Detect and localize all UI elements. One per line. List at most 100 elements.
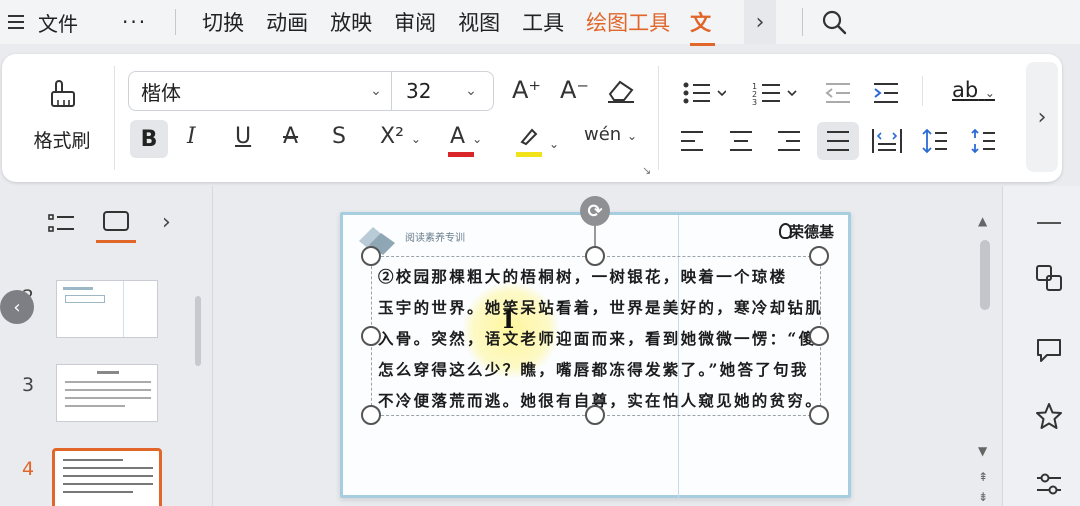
- tabs-scroll-right-icon[interactable]: ›: [744, 0, 776, 44]
- more-menu[interactable]: ···: [122, 10, 147, 34]
- collapse-panel-arrow-icon[interactable]: ‹: [0, 290, 34, 324]
- numbered-list-icon[interactable]: 123: [752, 80, 798, 106]
- scroll-up-arrow-icon[interactable]: ▲: [978, 214, 987, 228]
- rotate-handle-icon[interactable]: ⟳: [580, 196, 610, 226]
- slide-thumbnail-2[interactable]: [56, 280, 158, 338]
- text-direction-button[interactable]: ab ⌄: [952, 78, 995, 102]
- underline-button[interactable]: U: [235, 124, 251, 149]
- slide-header-text: 阅读素养专训: [405, 233, 465, 244]
- chevron-down-icon[interactable]: ⌄: [472, 132, 482, 146]
- tab-animation[interactable]: 动画: [266, 7, 308, 37]
- settings-sliders-icon[interactable]: [1035, 470, 1063, 498]
- slides-panel-scrollbar[interactable]: [195, 296, 201, 366]
- decrease-font-icon: A⁻: [560, 76, 590, 104]
- panel-expand-icon[interactable]: ›: [162, 210, 171, 235]
- next-slide-icon[interactable]: ⇟: [978, 490, 988, 504]
- resize-handle-right[interactable]: [809, 326, 829, 346]
- brand-name: 荣德基: [789, 223, 835, 241]
- panel-minimize-icon[interactable]: [1037, 222, 1061, 224]
- thumb-text-line: [63, 467, 153, 469]
- outline-view-icon[interactable]: [48, 212, 76, 236]
- font-size-field[interactable]: 32: [406, 79, 456, 103]
- slide-number-active: 4: [22, 458, 35, 480]
- resize-handle-bottom-right[interactable]: [809, 405, 829, 425]
- chevron-down-icon[interactable]: ⌄: [549, 137, 559, 151]
- decrease-font-button[interactable]: A⁻: [560, 76, 589, 104]
- svg-text:3: 3: [752, 98, 757, 106]
- increase-font-button[interactable]: A⁺: [512, 76, 541, 104]
- star-icon[interactable]: [1035, 402, 1063, 430]
- resize-handle-top-right[interactable]: [809, 246, 829, 266]
- replace-icon[interactable]: [1035, 264, 1063, 292]
- slide-thumbnail-icon: [103, 211, 129, 231]
- slide-paragraph[interactable]: ②校园那棵粗大的梧桐树，一树银花，映着一个琼楼 玉宇的世界。她笑呆站看着，世界是…: [378, 261, 821, 416]
- thumbnail-view-tab[interactable]: [94, 206, 138, 243]
- thumb-text-line: [63, 483, 153, 485]
- menu-bar: 文件 ··· 切换 动画 放映 审阅 视图 工具 绘图工具 文 ›: [0, 0, 1080, 46]
- strikethrough-button[interactable]: A: [283, 124, 298, 149]
- comment-icon[interactable]: [1035, 336, 1063, 364]
- search-icon[interactable]: [820, 8, 848, 36]
- tab-transition[interactable]: 切换: [202, 7, 244, 37]
- hamburger-menu-icon[interactable]: [8, 15, 24, 29]
- resize-handle-top-left[interactable]: [361, 246, 381, 266]
- bold-button[interactable]: B: [130, 120, 168, 158]
- italic-button[interactable]: I: [187, 124, 196, 149]
- editor-scrollbar-thumb[interactable]: [980, 240, 990, 310]
- resize-handle-bottom[interactable]: [585, 405, 605, 425]
- rotation-stem: [594, 226, 596, 248]
- increase-indent-icon[interactable]: [872, 82, 900, 104]
- phonetic-icon: wén: [584, 124, 622, 145]
- menu-separator: [175, 9, 177, 35]
- chevron-down-icon[interactable]: ⌄: [456, 83, 486, 99]
- font-selector[interactable]: 楷体 ⌄ 32 ⌄: [128, 71, 494, 111]
- scroll-down-arrow-icon[interactable]: ▼: [978, 444, 987, 458]
- chevron-down-icon[interactable]: ⌄: [361, 83, 391, 99]
- text-shadow-button[interactable]: S: [332, 124, 346, 149]
- tab-review[interactable]: 审阅: [394, 7, 436, 37]
- eraser-icon[interactable]: [606, 78, 636, 104]
- chevron-down-icon[interactable]: ⌄: [411, 132, 421, 146]
- line-spacing-icon[interactable]: [922, 128, 948, 154]
- phonetic-guide-button[interactable]: wén ⌄: [584, 124, 637, 145]
- highlighter-icon: [520, 128, 538, 146]
- highlight-button[interactable]: ⌄: [516, 124, 559, 157]
- ribbon-separator: [922, 76, 923, 106]
- tab-text-tools[interactable]: 文: [690, 7, 716, 46]
- align-left-icon[interactable]: [680, 130, 704, 152]
- previous-slide-icon[interactable]: ⇞: [978, 470, 988, 484]
- tab-tools[interactable]: 工具: [522, 7, 564, 37]
- file-menu[interactable]: 文件: [38, 8, 78, 37]
- resize-handle-top[interactable]: [585, 246, 605, 266]
- chevron-down-icon[interactable]: ⌄: [627, 129, 637, 143]
- superscript-button[interactable]: X² ⌄: [380, 124, 421, 149]
- ribbon-scroll-right-icon[interactable]: ›: [1026, 62, 1058, 172]
- font-box-divider: [391, 71, 392, 111]
- ribbon-toolbar: 格式刷 楷体 ⌄ 32 ⌄ A⁺ A⁻ B I U A S X² ⌄ A ⌄ ⌄…: [2, 54, 1062, 182]
- chevron-down-icon[interactable]: ⌄: [985, 86, 995, 100]
- paragraph-spacing-icon[interactable]: [970, 128, 996, 154]
- tab-slideshow[interactable]: 放映: [330, 7, 372, 37]
- bullet-list-icon[interactable]: [682, 80, 726, 106]
- ribbon-separator: [658, 66, 659, 170]
- align-center-icon[interactable]: [729, 130, 753, 152]
- align-right-icon[interactable]: [777, 130, 801, 152]
- justify-icon: [827, 131, 849, 151]
- tab-view[interactable]: 视图: [458, 7, 500, 37]
- slide-thumbnail-4-selected[interactable]: [52, 448, 162, 506]
- decrease-indent-icon[interactable]: [824, 82, 852, 104]
- font-dialog-launcher-icon[interactable]: ↘: [642, 164, 651, 177]
- increase-font-icon: A⁺: [512, 76, 542, 104]
- resize-handle-bottom-left[interactable]: [361, 405, 381, 425]
- tab-drawing-tools[interactable]: 绘图工具: [586, 7, 670, 37]
- justify-button[interactable]: [817, 122, 859, 160]
- resize-handle-left[interactable]: [361, 326, 381, 346]
- text-cursor-icon: I: [503, 305, 515, 334]
- font-name-field[interactable]: 楷体: [141, 77, 361, 106]
- slide-thumbnail-3[interactable]: [56, 364, 158, 422]
- highlight-color-swatch: [516, 152, 542, 157]
- format-painter-button[interactable]: 格式刷: [28, 76, 96, 153]
- slide-number: 3: [22, 374, 35, 396]
- distributed-align-icon[interactable]: [872, 128, 902, 154]
- font-color-button[interactable]: A ⌄: [448, 124, 482, 157]
